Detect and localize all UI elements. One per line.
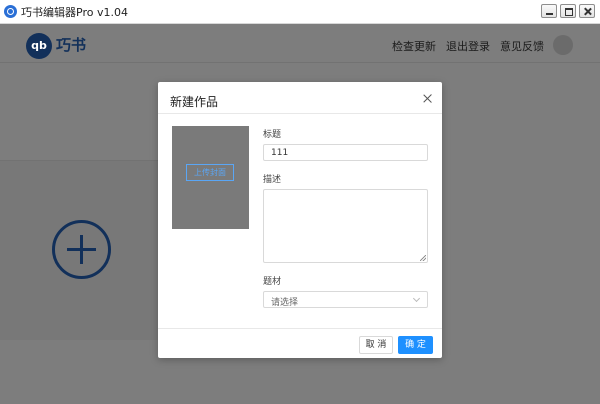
chevron-down-icon bbox=[412, 294, 421, 303]
window-titlebar: 巧书编辑器Pro v1.04 bbox=[0, 0, 600, 24]
dialog-footer-divider bbox=[158, 328, 442, 329]
dialog-close-icon[interactable] bbox=[422, 93, 434, 105]
description-label: 描述 bbox=[263, 175, 282, 185]
nav-feedback[interactable]: 意见反馈 bbox=[500, 38, 544, 54]
new-work-dialog: 新建作品 上传封面 标题 111 描述 题材 请选择 取 消 确 定 bbox=[158, 82, 442, 358]
cancel-button[interactable]: 取 消 bbox=[359, 336, 393, 354]
close-icon bbox=[580, 5, 594, 17]
maximize-icon bbox=[561, 5, 575, 17]
theme-label: 题材 bbox=[263, 277, 282, 287]
upload-cover-button[interactable]: 上传封面 bbox=[186, 164, 234, 181]
cover-placeholder: 上传封面 bbox=[172, 126, 249, 229]
theme-select[interactable]: 请选择 bbox=[263, 291, 428, 308]
window-title: 巧书编辑器Pro v1.04 bbox=[21, 6, 128, 19]
dialog-header-divider bbox=[158, 113, 442, 114]
resize-handle-icon[interactable] bbox=[420, 255, 426, 261]
nav-check-update[interactable]: 检查更新 bbox=[392, 38, 436, 54]
app-icon bbox=[4, 5, 17, 18]
theme-select-placeholder: 请选择 bbox=[271, 298, 299, 308]
minimize-button[interactable] bbox=[541, 4, 557, 18]
title-input[interactable]: 111 bbox=[263, 144, 428, 161]
minimize-icon bbox=[542, 5, 556, 17]
dialog-title: 新建作品 bbox=[170, 95, 219, 109]
title-label: 标题 bbox=[263, 130, 282, 140]
add-icon[interactable] bbox=[52, 220, 111, 279]
maximize-button[interactable] bbox=[560, 4, 576, 18]
nav-logout[interactable]: 退出登录 bbox=[446, 38, 490, 54]
confirm-button[interactable]: 确 定 bbox=[398, 336, 433, 354]
close-window-button[interactable] bbox=[579, 4, 595, 18]
description-textarea[interactable] bbox=[263, 189, 428, 263]
logo-icon: qb bbox=[26, 33, 52, 59]
avatar[interactable] bbox=[553, 35, 573, 55]
brand-name: 巧书 bbox=[56, 36, 87, 54]
